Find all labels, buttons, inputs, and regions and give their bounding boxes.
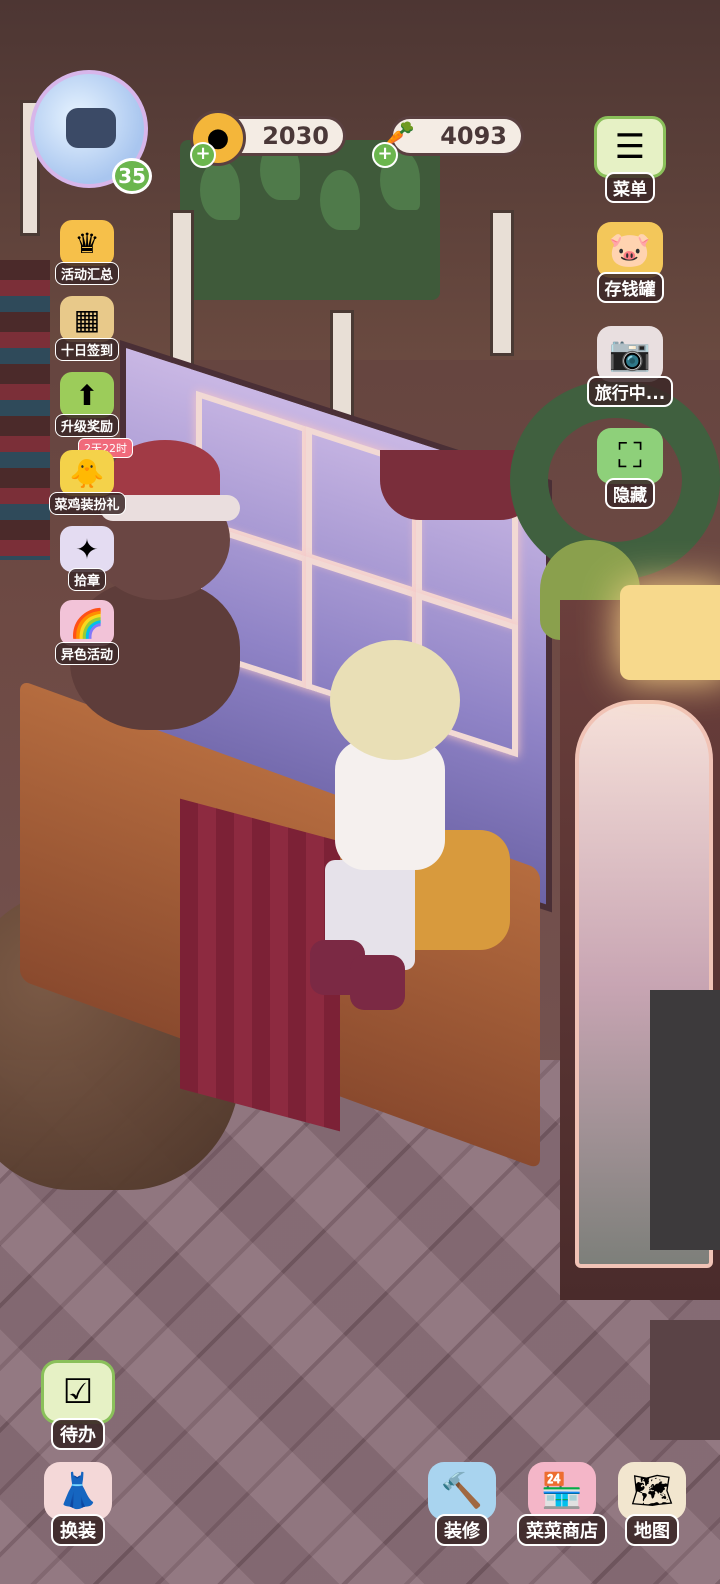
character-hair: [330, 640, 460, 760]
activity-summary-button[interactable]: ♛ 活动汇总: [52, 220, 122, 285]
menu-label: 菜单: [605, 172, 655, 203]
alt-color-event-button[interactable]: 🌈 异色活动: [52, 600, 122, 665]
todo-label: 待办: [51, 1418, 105, 1450]
level-badge: 35: [112, 158, 152, 194]
ten-day-signin-button[interactable]: ▦ 十日签到: [52, 296, 122, 361]
add-carrots-button[interactable]: +: [372, 142, 398, 168]
traveling-button[interactable]: 📷 旅行中...: [586, 326, 674, 407]
activity-summary-label: 活动汇总: [54, 262, 119, 285]
leaf: [200, 160, 240, 220]
todo-icon: ☑: [41, 1360, 115, 1424]
menu-icon: ☰: [594, 116, 666, 178]
todo-button[interactable]: ☑ 待办: [38, 1360, 118, 1450]
collect-badge-button[interactable]: ✦ 拾章: [52, 526, 122, 591]
outfit-label: 换装: [51, 1514, 105, 1546]
decorate-icon: 🔨: [428, 1462, 496, 1520]
crown-icon: ♛: [60, 220, 114, 266]
avatar-portrait: [66, 108, 116, 148]
fence-post: [490, 210, 514, 356]
shop-label: 菜菜商店: [517, 1514, 607, 1546]
outfit-button[interactable]: 👗 换装: [38, 1462, 118, 1546]
outfit-icon: 👗: [44, 1462, 112, 1520]
collect-badge-label: 拾章: [67, 568, 106, 591]
carrot-value: 4093: [440, 122, 507, 150]
shop-button[interactable]: 🏪 菜菜商店: [512, 1462, 612, 1546]
level-reward-button[interactable]: ⬆ 升级奖励: [52, 372, 122, 437]
map-label: 地图: [625, 1514, 679, 1546]
map-icon: 🗺: [618, 1462, 686, 1520]
chick-costume-gift-label: 菜鸡装扮礼: [48, 492, 126, 515]
piggy-bank-icon: 🐷: [597, 222, 663, 278]
decorate-button[interactable]: 🔨 装修: [422, 1462, 502, 1546]
decorate-label: 装修: [435, 1514, 489, 1546]
fence-post: [170, 210, 194, 376]
camera-icon: 📷: [597, 326, 663, 382]
piggy-bank-button[interactable]: 🐷 存钱罐: [590, 222, 670, 303]
level-reward-label: 升级奖励: [54, 414, 119, 437]
alt-color-event-label: 异色活动: [54, 642, 119, 665]
shop-icon: 🏪: [528, 1462, 596, 1520]
boot: [350, 955, 405, 1010]
stone-step: [650, 1320, 720, 1440]
hide-label: 隐藏: [605, 478, 655, 509]
chick-icon: 🐥: [60, 450, 114, 496]
map-button[interactable]: 🗺 地图: [612, 1462, 692, 1546]
glowing-lamp: [620, 585, 720, 680]
arrow-up-icon: ⬆: [60, 372, 114, 418]
player-character[interactable]: [310, 640, 470, 1010]
menu-button[interactable]: ☰ 菜单: [590, 116, 670, 203]
leaf: [320, 170, 360, 230]
traveling-label: 旅行中...: [586, 376, 674, 407]
calendar-icon: ▦: [60, 296, 114, 342]
chick-costume-gift-button[interactable]: 🐥 菜鸡装扮礼: [48, 450, 126, 515]
hide-icon: ⛶: [597, 428, 663, 484]
ten-day-signin-label: 十日签到: [54, 338, 119, 361]
piggy-bank-label: 存钱罐: [596, 272, 664, 303]
add-coins-button[interactable]: +: [190, 142, 216, 168]
stone-pillar: [650, 990, 720, 1250]
rainbow-icon: 🌈: [60, 600, 114, 646]
badge-icon: ✦: [60, 526, 114, 572]
coin-value: 2030: [262, 122, 329, 150]
hide-ui-button[interactable]: ⛶ 隐藏: [590, 428, 670, 509]
